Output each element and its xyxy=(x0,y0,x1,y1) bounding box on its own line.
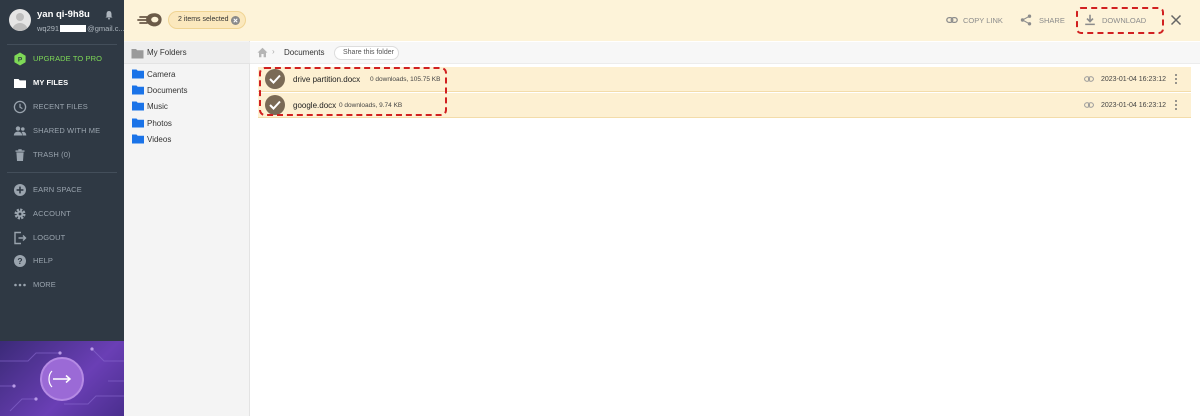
tree-root-label: My Folders xyxy=(147,48,187,57)
nav-upgrade-to-pro[interactable]: P UPGRADE TO PRO xyxy=(0,48,124,70)
folder-icon xyxy=(132,85,144,95)
promo-banner[interactable] xyxy=(0,341,124,416)
nav-help[interactable]: ? HELP xyxy=(0,250,124,272)
link-icon[interactable] xyxy=(1084,75,1094,83)
tree-folder-camera[interactable]: Camera xyxy=(124,66,250,82)
svg-text:P: P xyxy=(18,57,23,64)
share-label: SHARE xyxy=(1039,16,1065,25)
folder-icon xyxy=(132,134,144,144)
mediafire-logo-icon[interactable] xyxy=(137,11,163,29)
folder-label: Videos xyxy=(147,135,172,144)
home-icon[interactable] xyxy=(257,47,268,58)
folder-label: Music xyxy=(147,102,168,111)
nav-label: UPGRADE TO PRO xyxy=(33,54,103,63)
close-icon[interactable] xyxy=(1170,14,1182,26)
folder-label: Documents xyxy=(147,86,188,95)
nav-my-files[interactable]: MY FILES xyxy=(0,72,124,94)
tree-folder-documents[interactable]: Documents xyxy=(124,82,250,98)
plus-circle-icon xyxy=(14,184,26,196)
nav-label: ACCOUNT xyxy=(33,209,71,218)
nav-logout[interactable]: LOGOUT xyxy=(0,227,124,249)
folder-icon xyxy=(14,79,26,88)
selection-chip[interactable]: 2 items selected xyxy=(168,11,246,29)
nav-shared-with-me[interactable]: SHARED WITH ME xyxy=(0,120,124,142)
nav-label: EARN SPACE xyxy=(33,185,82,194)
folder-icon xyxy=(132,118,144,128)
folder-tree-panel: My Folders Camera Documents Music Photos… xyxy=(124,0,250,416)
user-email: wq291 @gmail.c... xyxy=(37,24,125,33)
file-date: 2023-01-04 16:23:12 xyxy=(1101,76,1166,83)
nav-label: SHARED WITH ME xyxy=(33,126,101,135)
share-folder-button[interactable]: Share this folder xyxy=(334,46,399,60)
nav-recent-files[interactable]: RECENT FILES xyxy=(0,96,124,118)
nav-label: TRASH (0) xyxy=(33,150,71,159)
transfer-arrow-icon xyxy=(48,370,72,388)
tree-folder-videos[interactable]: Videos xyxy=(124,131,250,147)
kebab-menu-icon[interactable] xyxy=(1174,100,1178,112)
folder-label: Camera xyxy=(147,70,176,79)
email-redaction xyxy=(60,25,87,32)
clock-icon xyxy=(13,100,27,114)
user-profile[interactable]: yan qi-9h8u wq291 @gmail.c... xyxy=(0,0,125,42)
nav-label: LOGOUT xyxy=(33,233,66,242)
link-icon[interactable] xyxy=(1084,101,1094,109)
folder-label: Photos xyxy=(147,119,172,128)
divider xyxy=(7,44,117,45)
download-highlight-annotation xyxy=(1076,7,1164,34)
svg-text:?: ? xyxy=(17,256,22,266)
link-icon xyxy=(946,16,958,24)
email-prefix: wq291 xyxy=(37,24,60,33)
file-date: 2023-01-04 16:23:12 xyxy=(1101,102,1166,109)
folder-icon xyxy=(131,49,144,59)
tree-folder-photos[interactable]: Photos xyxy=(124,115,250,131)
trash-icon xyxy=(15,149,25,161)
nav-label: HELP xyxy=(33,256,53,265)
tree-folder-music[interactable]: Music xyxy=(124,98,250,114)
mediafire-file-manager: yan qi-9h8u wq291 @gmail.c... P UPGRADE T… xyxy=(0,0,1200,416)
nav-label: MORE xyxy=(33,280,56,289)
nav-label: MY FILES xyxy=(33,78,69,87)
my-folders-header[interactable]: My Folders xyxy=(124,42,250,64)
share-icon xyxy=(1020,14,1032,26)
selection-highlight-annotation xyxy=(259,67,447,116)
transfer-button[interactable] xyxy=(40,357,84,401)
email-suffix: @gmail.c... xyxy=(87,24,125,33)
user-name: yan qi-9h8u xyxy=(37,9,90,20)
kebab-menu-icon[interactable] xyxy=(1174,74,1178,86)
nav-trash[interactable]: TRASH (0) xyxy=(0,144,124,166)
share-folder-label: Share this folder xyxy=(343,49,394,56)
copy-link-label: COPY LINK xyxy=(963,16,1003,25)
main-sidebar: yan qi-9h8u wq291 @gmail.c... P UPGRADE T… xyxy=(0,0,125,416)
folder-icon xyxy=(132,101,144,111)
breadcrumb: › Documents Share this folder xyxy=(250,42,1200,64)
gear-icon xyxy=(14,208,26,220)
divider xyxy=(7,172,117,173)
chevron-right-icon: › xyxy=(272,47,275,56)
nav-label: RECENT FILES xyxy=(33,102,88,111)
selection-count: 2 items selected xyxy=(178,16,229,23)
folder-icon xyxy=(132,69,144,79)
avatar[interactable] xyxy=(9,9,31,31)
help-icon: ? xyxy=(14,255,26,267)
action-toolbar: 2 items selected COPY LINK SHARE DOWNLOA… xyxy=(168,0,1200,41)
breadcrumb-current[interactable]: Documents xyxy=(284,48,324,57)
logout-icon xyxy=(14,231,27,245)
people-icon xyxy=(13,126,27,136)
nav-earn-space[interactable]: EARN SPACE xyxy=(0,179,124,201)
pro-badge-icon: P xyxy=(14,52,26,66)
bell-icon[interactable] xyxy=(104,10,114,20)
clear-selection-icon[interactable] xyxy=(231,16,240,25)
more-dots-icon xyxy=(14,283,26,287)
nav-account[interactable]: ACCOUNT xyxy=(0,203,124,225)
nav-more[interactable]: MORE xyxy=(0,274,124,296)
